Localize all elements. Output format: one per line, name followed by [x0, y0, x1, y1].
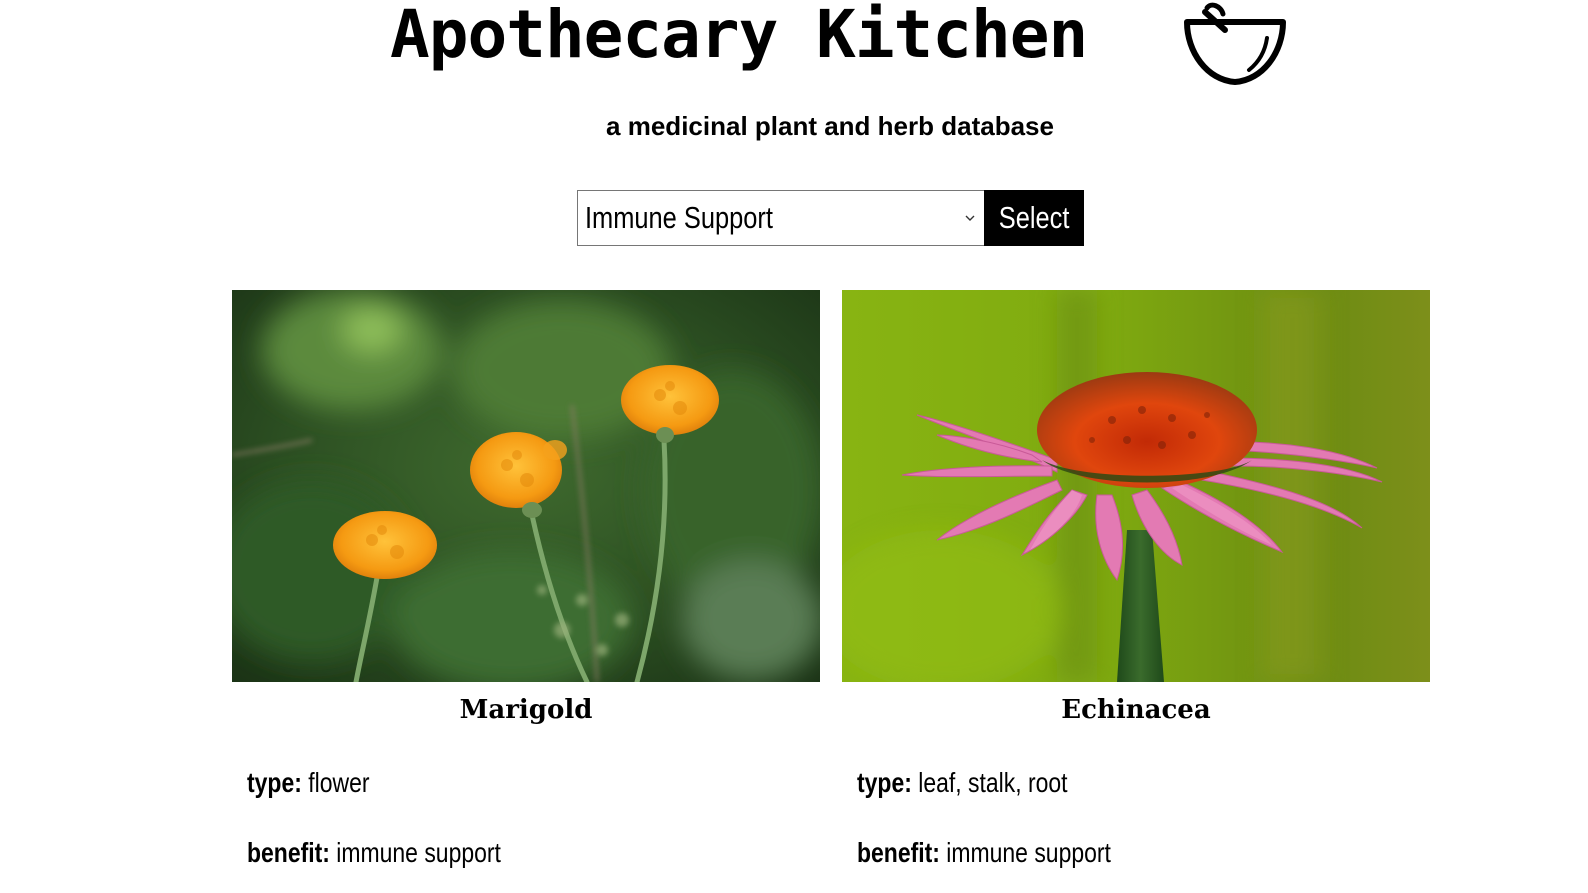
plant-benefit-value: immune support [946, 837, 1111, 868]
site-header: Apothecary Kitchen a medicinal plant and… [0, 0, 1588, 141]
site-title: Apothecary Kitchen [390, 0, 1088, 73]
plant-type: type: leaf, stalk, root [857, 763, 1324, 803]
plant-type-label: type: [857, 767, 912, 798]
marigold-photo [232, 290, 820, 682]
plant-benefit-label: benefit: [247, 837, 330, 868]
plant-benefit: benefit: immune support [247, 833, 714, 873]
plant-name: Marigold [459, 695, 593, 725]
plant-type: type: flower [247, 763, 714, 803]
plant-type-value: flower [308, 767, 370, 798]
echinacea-photo [842, 290, 1430, 682]
plant-card-echinacea: Echinacea type: leaf, stalk, root benefi… [842, 290, 1430, 893]
plant-type-label: type: [247, 767, 302, 798]
select-button-label: Select [998, 200, 1070, 235]
plant-name: Echinacea [1061, 695, 1211, 725]
plant-benefit-label: benefit: [857, 837, 940, 868]
category-select[interactable]: Immune Support [577, 190, 985, 246]
select-button[interactable]: Select [984, 190, 1084, 246]
chevron-down-icon [964, 211, 976, 223]
mortar-bowl-icon [1183, 0, 1287, 88]
plant-benefit: benefit: immune support [857, 833, 1324, 873]
category-filter-form: Immune Support Select [577, 190, 1085, 246]
plant-card-marigold: Marigold type: flower benefit: immune su… [232, 290, 820, 893]
category-select-value: Immune Support [585, 200, 773, 235]
plant-type-value: leaf, stalk, root [918, 767, 1068, 798]
plant-benefit-value: immune support [336, 837, 501, 868]
site-subtitle: a medicinal plant and herb database [606, 111, 1054, 141]
